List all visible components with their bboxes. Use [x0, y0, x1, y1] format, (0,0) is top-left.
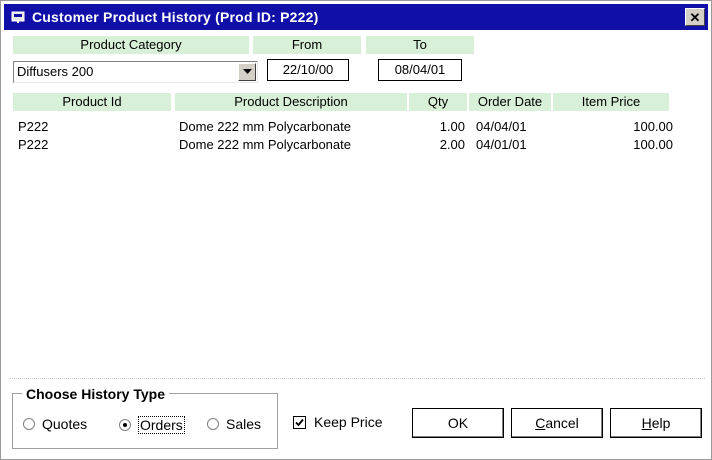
help-button[interactable]: Help — [610, 408, 702, 438]
bottom-divider — [9, 378, 705, 379]
close-icon: ✕ — [689, 9, 701, 25]
table-row[interactable]: P222 Dome 222 mm Polycarbonate 2.00 04/0… — [1, 137, 712, 153]
title-bar[interactable]: Customer Product History (Prod ID: P222)… — [4, 4, 708, 30]
radio-icon — [23, 418, 35, 430]
qty-cell: 2.00 — [439, 137, 465, 152]
ok-button[interactable]: OK — [412, 408, 504, 438]
radio-orders-label: Orders — [138, 416, 185, 434]
radio-sales-label: Sales — [226, 416, 262, 432]
item-price-cell: 100.00 — [633, 137, 673, 152]
cancel-button[interactable]: Cancel — [511, 408, 603, 438]
column-header-product-description[interactable]: Product Description — [175, 93, 407, 111]
customer-product-history-window: Customer Product History (Prod ID: P222)… — [0, 0, 712, 460]
radio-orders[interactable]: Orders — [119, 416, 185, 434]
app-icon[interactable] — [10, 9, 26, 25]
radio-quotes[interactable]: Quotes — [23, 416, 87, 432]
history-type-legend: Choose History Type — [22, 386, 169, 402]
keep-price-label: Keep Price — [314, 414, 383, 430]
column-header-product-id[interactable]: Product Id — [13, 93, 171, 111]
to-header: To — [366, 36, 474, 54]
column-header-order-date[interactable]: Order Date — [469, 93, 551, 111]
order-date-cell: 04/04/01 — [476, 119, 527, 134]
chevron-down-icon — [242, 69, 252, 74]
product-category-header: Product Category — [13, 36, 249, 54]
window-title: Customer Product History (Prod ID: P222) — [32, 9, 319, 25]
product-id-cell: P222 — [18, 119, 49, 134]
product-description-cell: Dome 222 mm Polycarbonate — [179, 119, 351, 134]
category-dropdown-button[interactable] — [238, 63, 256, 81]
to-date-field[interactable]: 08/04/01 — [378, 59, 462, 81]
radio-sales[interactable]: Sales — [207, 416, 261, 432]
column-header-qty[interactable]: Qty — [409, 93, 467, 111]
keep-price-checkbox[interactable]: Keep Price — [293, 414, 382, 430]
from-header: From — [253, 36, 361, 54]
radio-icon — [207, 418, 219, 430]
order-date-cell: 04/01/01 — [476, 137, 527, 152]
column-header-item-price[interactable]: Item Price — [553, 93, 669, 111]
radio-selected-icon — [119, 419, 131, 431]
history-type-group: Choose History Type Quotes Orders Sales — [12, 386, 278, 449]
help-label: elp — [651, 415, 671, 431]
help-mnemonic: H — [641, 415, 652, 431]
table-row[interactable]: P222 Dome 222 mm Polycarbonate 1.00 04/0… — [1, 119, 712, 135]
product-description-cell: Dome 222 mm Polycarbonate — [179, 137, 351, 152]
qty-cell: 1.00 — [439, 119, 465, 134]
checkbox-checked-icon — [293, 415, 306, 429]
product-category-value: Diffusers 200 — [17, 64, 94, 79]
product-id-cell: P222 — [18, 137, 49, 152]
cancel-label: ancel — [545, 415, 579, 431]
item-price-cell: 100.00 — [633, 119, 673, 134]
cancel-mnemonic: C — [535, 415, 546, 431]
close-button[interactable]: ✕ — [685, 8, 705, 26]
radio-quotes-label: Quotes — [42, 416, 88, 432]
from-date-field[interactable]: 22/10/00 — [267, 59, 349, 81]
product-category-select[interactable]: Diffusers 200 — [13, 61, 258, 83]
